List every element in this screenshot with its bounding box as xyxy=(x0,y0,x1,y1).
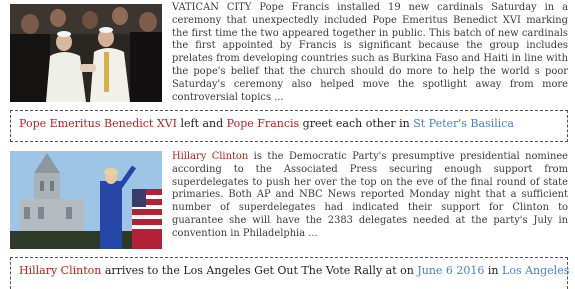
article-highlight-clinton: Hillary Clinton xyxy=(172,151,249,162)
caption-text: in xyxy=(484,264,503,277)
caption-text: arrives to the Los Angeles Get Out The V… xyxy=(101,264,418,277)
caption-person-clinton: Hillary Clinton xyxy=(19,264,102,277)
caption-person-francis: Pope Francis xyxy=(226,117,300,130)
caption-place: Los Angeles xyxy=(502,264,570,277)
pope-photo xyxy=(10,4,162,102)
clinton-photo xyxy=(10,151,162,249)
caption-place: St Peter's Basilica xyxy=(413,117,514,130)
story1-article: VATICAN CITY Pope Francis installed 19 n… xyxy=(172,2,568,103)
story2-article: Hillary Clinton is the Democratic Party'… xyxy=(172,151,569,239)
caption-date: June 6 2016 xyxy=(417,264,485,277)
story2-caption: Hillary Clinton arrives to the Los Angel… xyxy=(10,257,570,289)
caption-text: left and xyxy=(176,117,227,130)
story1-caption: Pope Emeritus Benedict XVI left and Pope… xyxy=(10,110,568,142)
caption-person-benedict: Pope Emeritus Benedict XVI xyxy=(19,117,177,130)
caption-text: greet each other in xyxy=(299,117,414,130)
